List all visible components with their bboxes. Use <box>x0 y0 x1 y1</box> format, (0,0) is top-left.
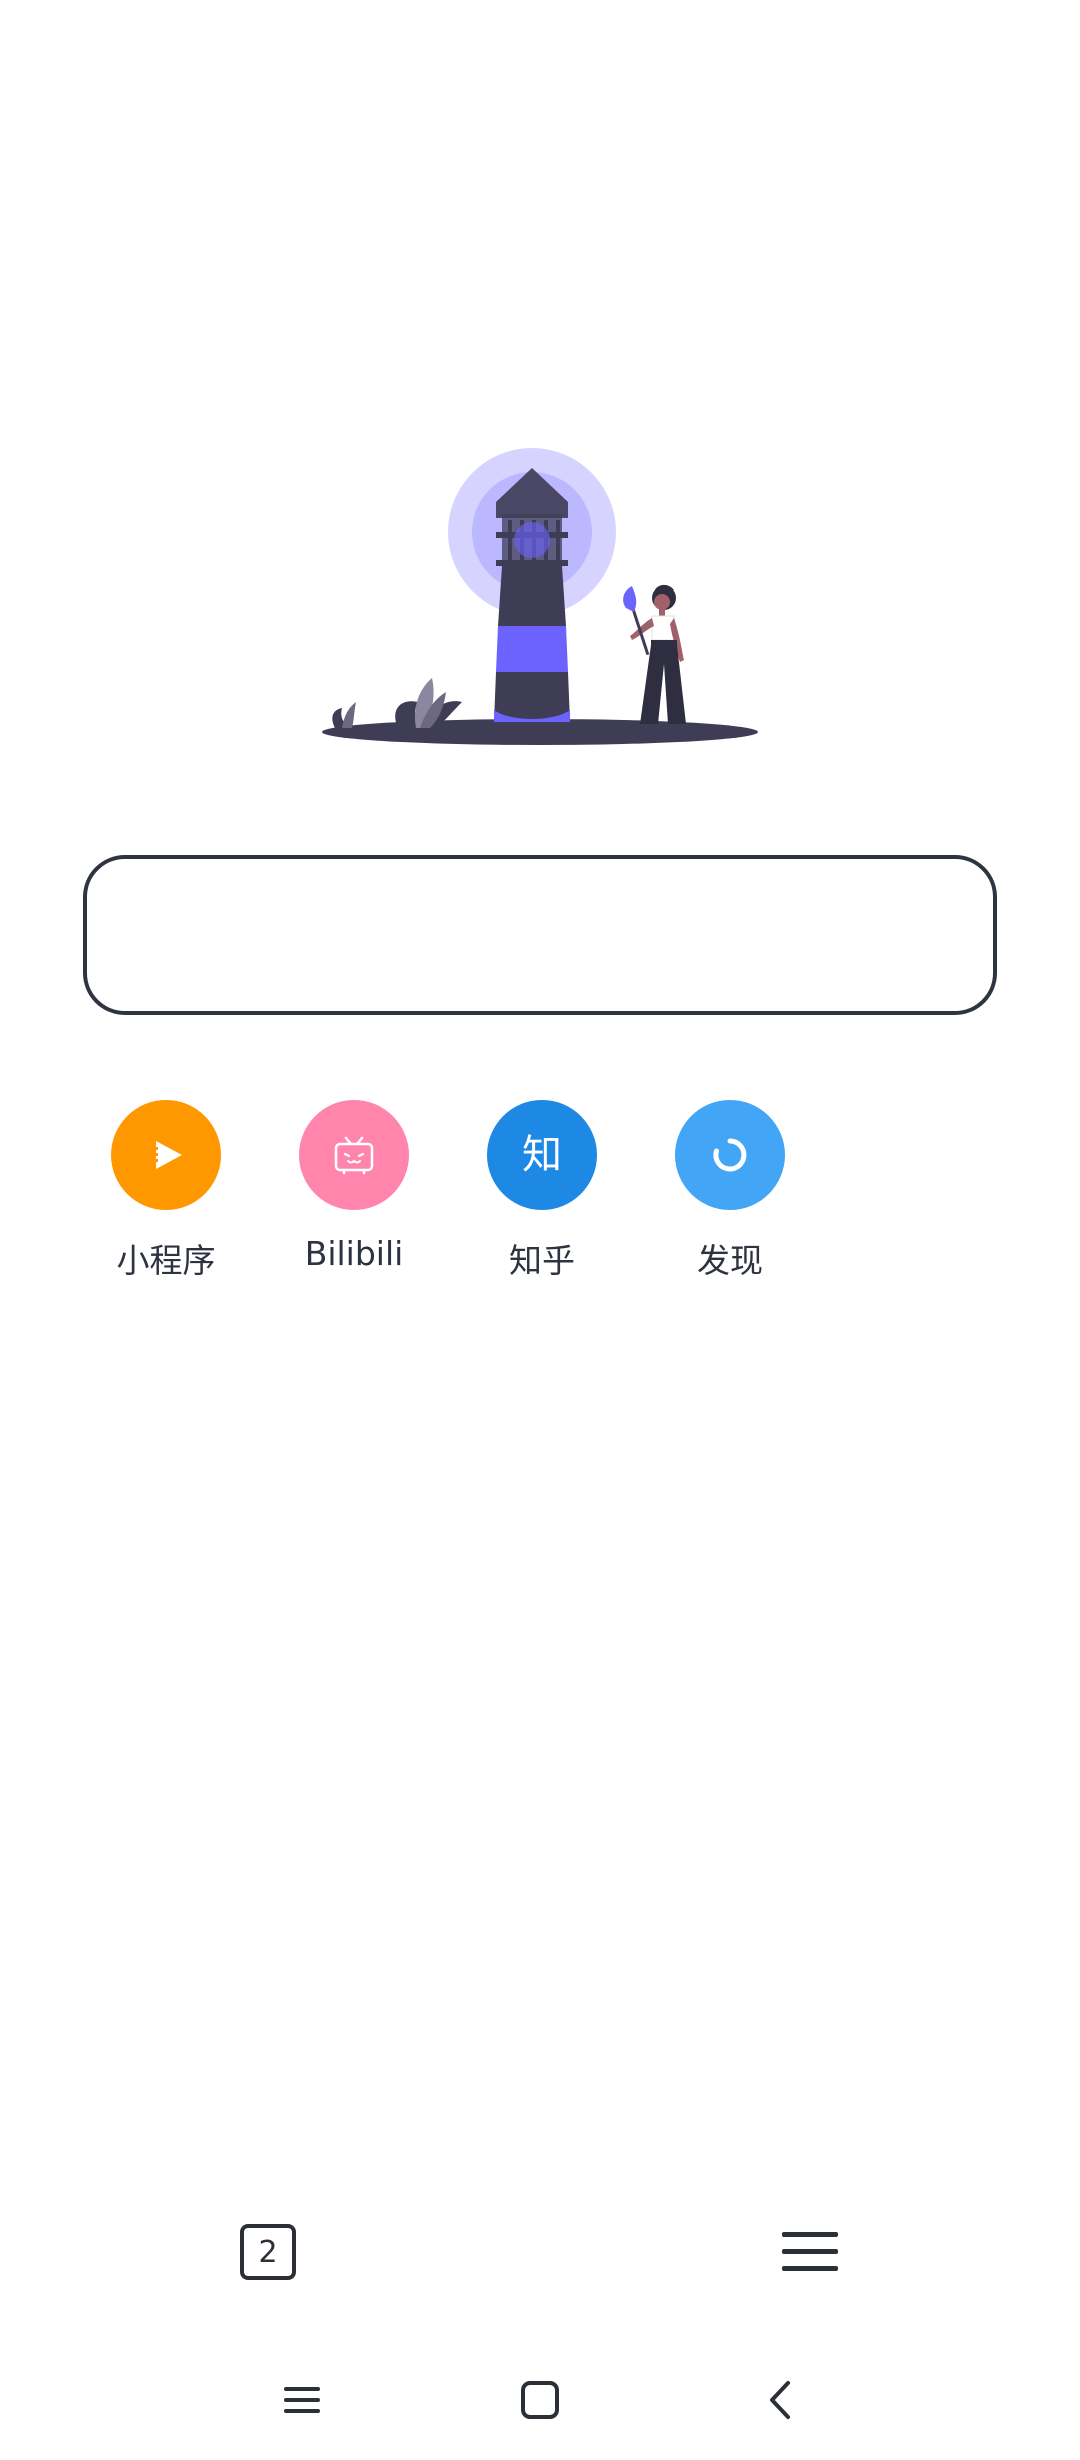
home-button[interactable] <box>510 2370 570 2430</box>
back-icon <box>770 2381 790 2419</box>
shortcut-miniprogram-circle[interactable] <box>111 1100 221 1210</box>
play-icon <box>150 1141 182 1169</box>
shortcut-label: 知乎 <box>509 1241 575 1280</box>
lighthouse-illustration <box>322 448 758 745</box>
discover-icon <box>713 1138 747 1172</box>
shortcut-zhihu-circle[interactable]: 知 <box>487 1100 597 1210</box>
bottom-toolbar: 2 <box>0 2210 1080 2320</box>
shortcut-bilibili[interactable]: Bilibili <box>274 1100 434 1273</box>
shortcut-label: Bilibili <box>304 1234 404 1273</box>
system-nav-bar <box>0 2370 1080 2430</box>
search-input[interactable] <box>87 859 993 1011</box>
home-icon <box>521 2381 559 2419</box>
woman-figure <box>623 584 686 724</box>
shortcut-discover[interactable]: 发现 <box>650 1100 810 1282</box>
shortcut-bilibili-circle[interactable] <box>299 1100 409 1210</box>
shortcut-miniprogram[interactable]: 小程序 <box>86 1100 246 1282</box>
lighthouse <box>494 468 570 722</box>
recents-button[interactable] <box>272 2370 332 2430</box>
tab-count: 2 <box>258 2234 278 2270</box>
search-box[interactable] <box>83 855 997 1015</box>
shortcut-grid: 小程序 Bilibili 知 知乎 发现 <box>0 1100 1080 1280</box>
plant-small <box>332 702 356 728</box>
zhihu-icon: 知 <box>522 1132 562 1178</box>
ground-shadow <box>322 719 758 745</box>
tv-icon <box>334 1136 374 1175</box>
shortcut-discover-circle[interactable] <box>675 1100 785 1210</box>
shortcut-label: 发现 <box>697 1241 763 1280</box>
tabs-button[interactable]: 2 <box>240 2224 296 2280</box>
menu-icon[interactable] <box>780 2224 840 2280</box>
shortcut-label: 小程序 <box>116 1241 216 1280</box>
back-button[interactable] <box>752 2370 812 2430</box>
shortcut-zhihu[interactable]: 知 知乎 <box>462 1100 622 1282</box>
recents-icon <box>284 2387 320 2413</box>
